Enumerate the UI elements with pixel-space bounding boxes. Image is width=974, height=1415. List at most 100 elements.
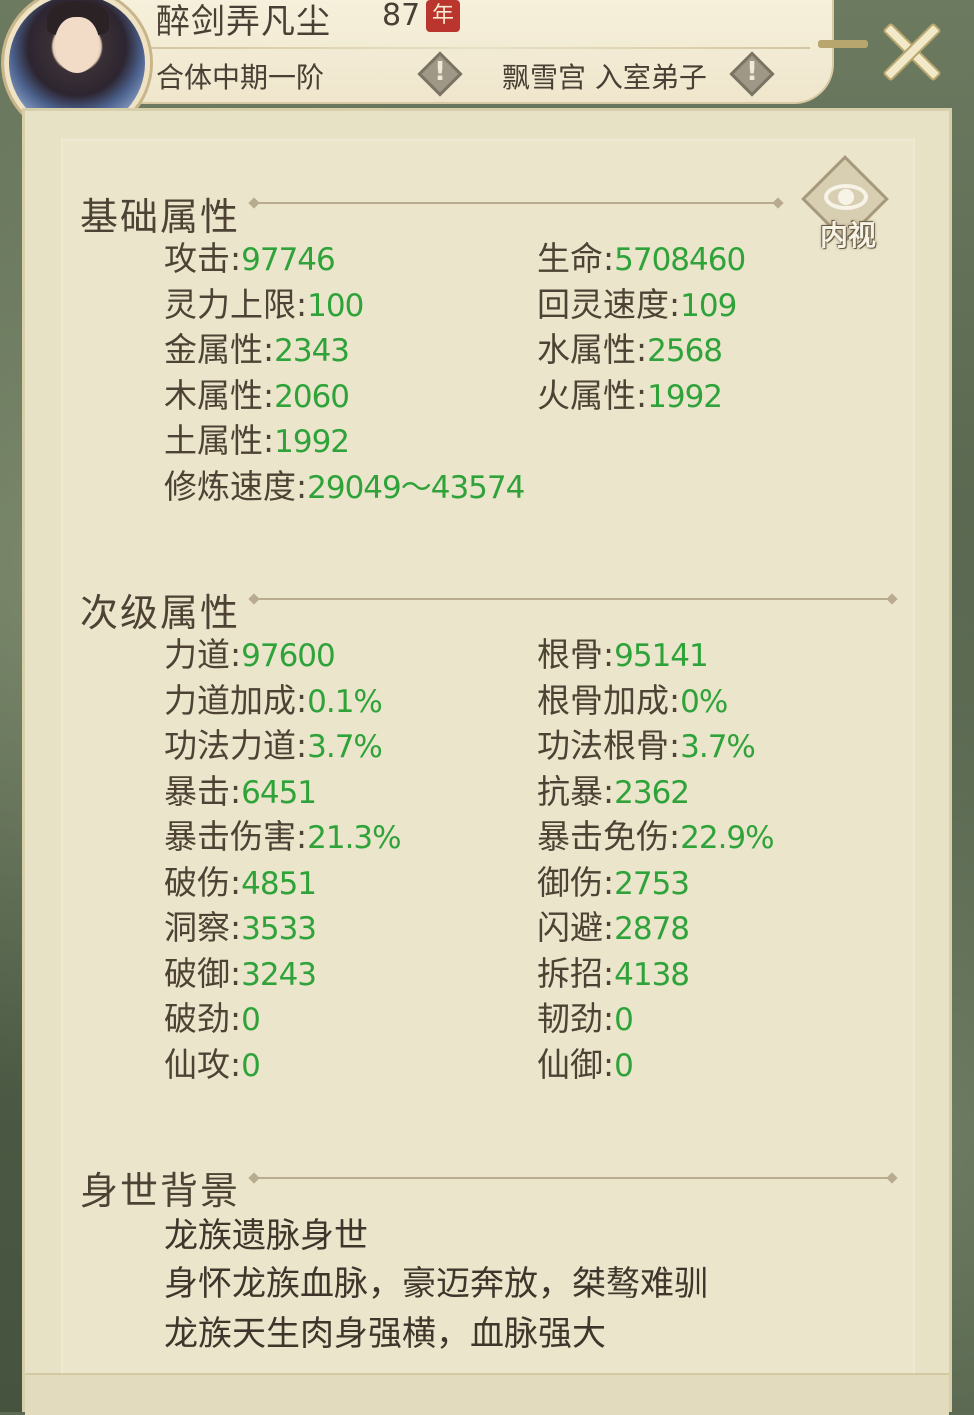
stat-row: 力道:97600 [164, 628, 336, 676]
stat-separator: : [296, 726, 308, 765]
stat-label: 破伤 [164, 862, 230, 902]
sect-info-icon[interactable]: ! [729, 51, 775, 97]
stat-row: 破御:3243 [164, 947, 317, 995]
stat-value: 95141 [614, 638, 709, 674]
age-unit-badge: 年 [426, 0, 460, 32]
background-line: 身怀龙族血脉，豪迈奔放，桀骜难驯 [164, 1264, 708, 1304]
stat-separator: : [296, 817, 308, 856]
stat-label: 抗暴 [537, 771, 603, 811]
stat-row: 仙御:0 [537, 1038, 634, 1086]
stat-row: 土属性:1992 [164, 414, 350, 462]
stat-row: 暴击免伤:22.9% [537, 810, 775, 858]
stat-value: 3243 [241, 956, 317, 993]
stat-row: 金属性:2343 [164, 323, 350, 371]
stat-value: 100 [307, 287, 364, 324]
avatar-face [55, 17, 99, 73]
stat-label: 水属性 [537, 330, 636, 369]
stat-separator: : [603, 999, 615, 1038]
stat-separator: : [230, 635, 242, 674]
stat-separator: : [669, 284, 681, 324]
stat-separator: : [230, 239, 242, 278]
stat-row: 力道加成:0.1% [164, 674, 383, 722]
stat-row: 修炼速度:29049～43574 [164, 460, 525, 508]
stat-label: 洞察 [164, 908, 230, 947]
inspect-button[interactable]: 内视 [800, 155, 892, 252]
stat-label: 韧劲 [537, 999, 603, 1038]
stat-label: 木属性 [164, 375, 263, 415]
stat-value: 0 [614, 1047, 634, 1084]
stat-value: 2060 [274, 378, 350, 415]
stat-value: 97600 [241, 638, 336, 674]
stat-separator: : [603, 862, 615, 902]
stat-label: 暴击 [164, 771, 230, 811]
stat-separator: : [296, 680, 308, 720]
stat-value: 5708460 [614, 242, 746, 278]
stat-label: 土属性 [164, 421, 263, 460]
stat-separator: : [669, 680, 681, 720]
stat-row: 抗暴:2362 [537, 765, 690, 813]
stat-row: 攻击:97746 [164, 232, 336, 280]
stat-value: 22.9% [680, 820, 774, 856]
stat-separator: : [230, 862, 242, 902]
stat-label: 破御 [164, 953, 230, 993]
stat-row: 根骨:95141 [537, 628, 709, 676]
stat-label: 生命 [537, 239, 603, 278]
stat-row: 暴击伤害:21.3% [164, 810, 402, 858]
stat-label: 功法力道 [164, 726, 296, 765]
stat-separator: : [669, 726, 681, 765]
stat-label: 修炼速度 [164, 466, 296, 506]
stat-separator: : [603, 771, 615, 811]
stat-row: 水属性:2568 [537, 323, 723, 371]
stat-row: 拆招:4138 [537, 947, 690, 995]
background-line: 龙族遗脉身世 [164, 1216, 368, 1256]
stat-label: 灵力上限 [164, 284, 296, 324]
stat-label: 根骨 [537, 635, 603, 674]
stat-row: 功法根骨:3.7% [537, 719, 756, 767]
stat-separator: : [263, 375, 275, 415]
sect-title: 飘雪宫 入室弟子 [502, 61, 707, 94]
close-button[interactable] [872, 12, 948, 88]
stat-label: 力道加成 [164, 680, 296, 720]
stat-label: 力道 [164, 635, 230, 674]
stat-label: 仙攻 [164, 1044, 230, 1084]
character-header: 醉剑弄凡尘 87 年 合体中期一阶 ! 飘雪宫 入室弟子 ! [0, 0, 974, 136]
stat-value: 1992 [647, 378, 723, 415]
stat-separator: : [263, 330, 275, 369]
stat-row: 韧劲:0 [537, 992, 634, 1040]
stat-separator: : [603, 239, 615, 278]
stat-row: 洞察:3533 [164, 901, 317, 949]
stat-row: 仙攻:0 [164, 1038, 261, 1086]
stat-value: 4138 [614, 956, 690, 993]
stat-value: 3.7% [307, 729, 383, 765]
section-title-background: 身世背景 [80, 1169, 241, 1213]
stat-separator: : [603, 953, 615, 993]
attributes-panel[interactable] [22, 108, 952, 1415]
age-value: 87 [382, 0, 421, 33]
stat-value: 21.3% [307, 820, 401, 856]
stat-label: 金属性 [164, 330, 263, 369]
stat-row: 御伤:2753 [537, 856, 690, 904]
stat-row: 破劲:0 [164, 992, 261, 1040]
stat-separator: : [230, 771, 242, 811]
stat-separator: : [296, 466, 308, 506]
stat-value: 3.7% [680, 729, 756, 765]
stat-value: 109 [680, 287, 737, 324]
stat-value: 2753 [614, 865, 690, 902]
decorative-rod [818, 40, 868, 48]
stat-row: 生命:5708460 [537, 232, 746, 280]
stat-label: 破劲 [164, 999, 230, 1038]
panel-footer [25, 1373, 949, 1415]
stat-label: 御伤 [537, 862, 603, 902]
stat-separator: : [296, 284, 308, 324]
character-name: 醉剑弄凡尘 [156, 2, 331, 42]
stat-value: 0% [680, 683, 728, 720]
stat-separator: : [230, 908, 242, 947]
background-line: 龙族天生肉身强横，血脉强大 [164, 1314, 606, 1354]
stat-separator: : [603, 635, 615, 674]
stat-label: 回灵速度 [537, 284, 669, 324]
stat-separator: : [603, 1044, 615, 1084]
stat-row: 暴击:6451 [164, 765, 317, 813]
realm-info-icon[interactable]: ! [417, 51, 463, 97]
stat-value: 2878 [614, 911, 690, 947]
stat-separator: : [636, 375, 648, 415]
